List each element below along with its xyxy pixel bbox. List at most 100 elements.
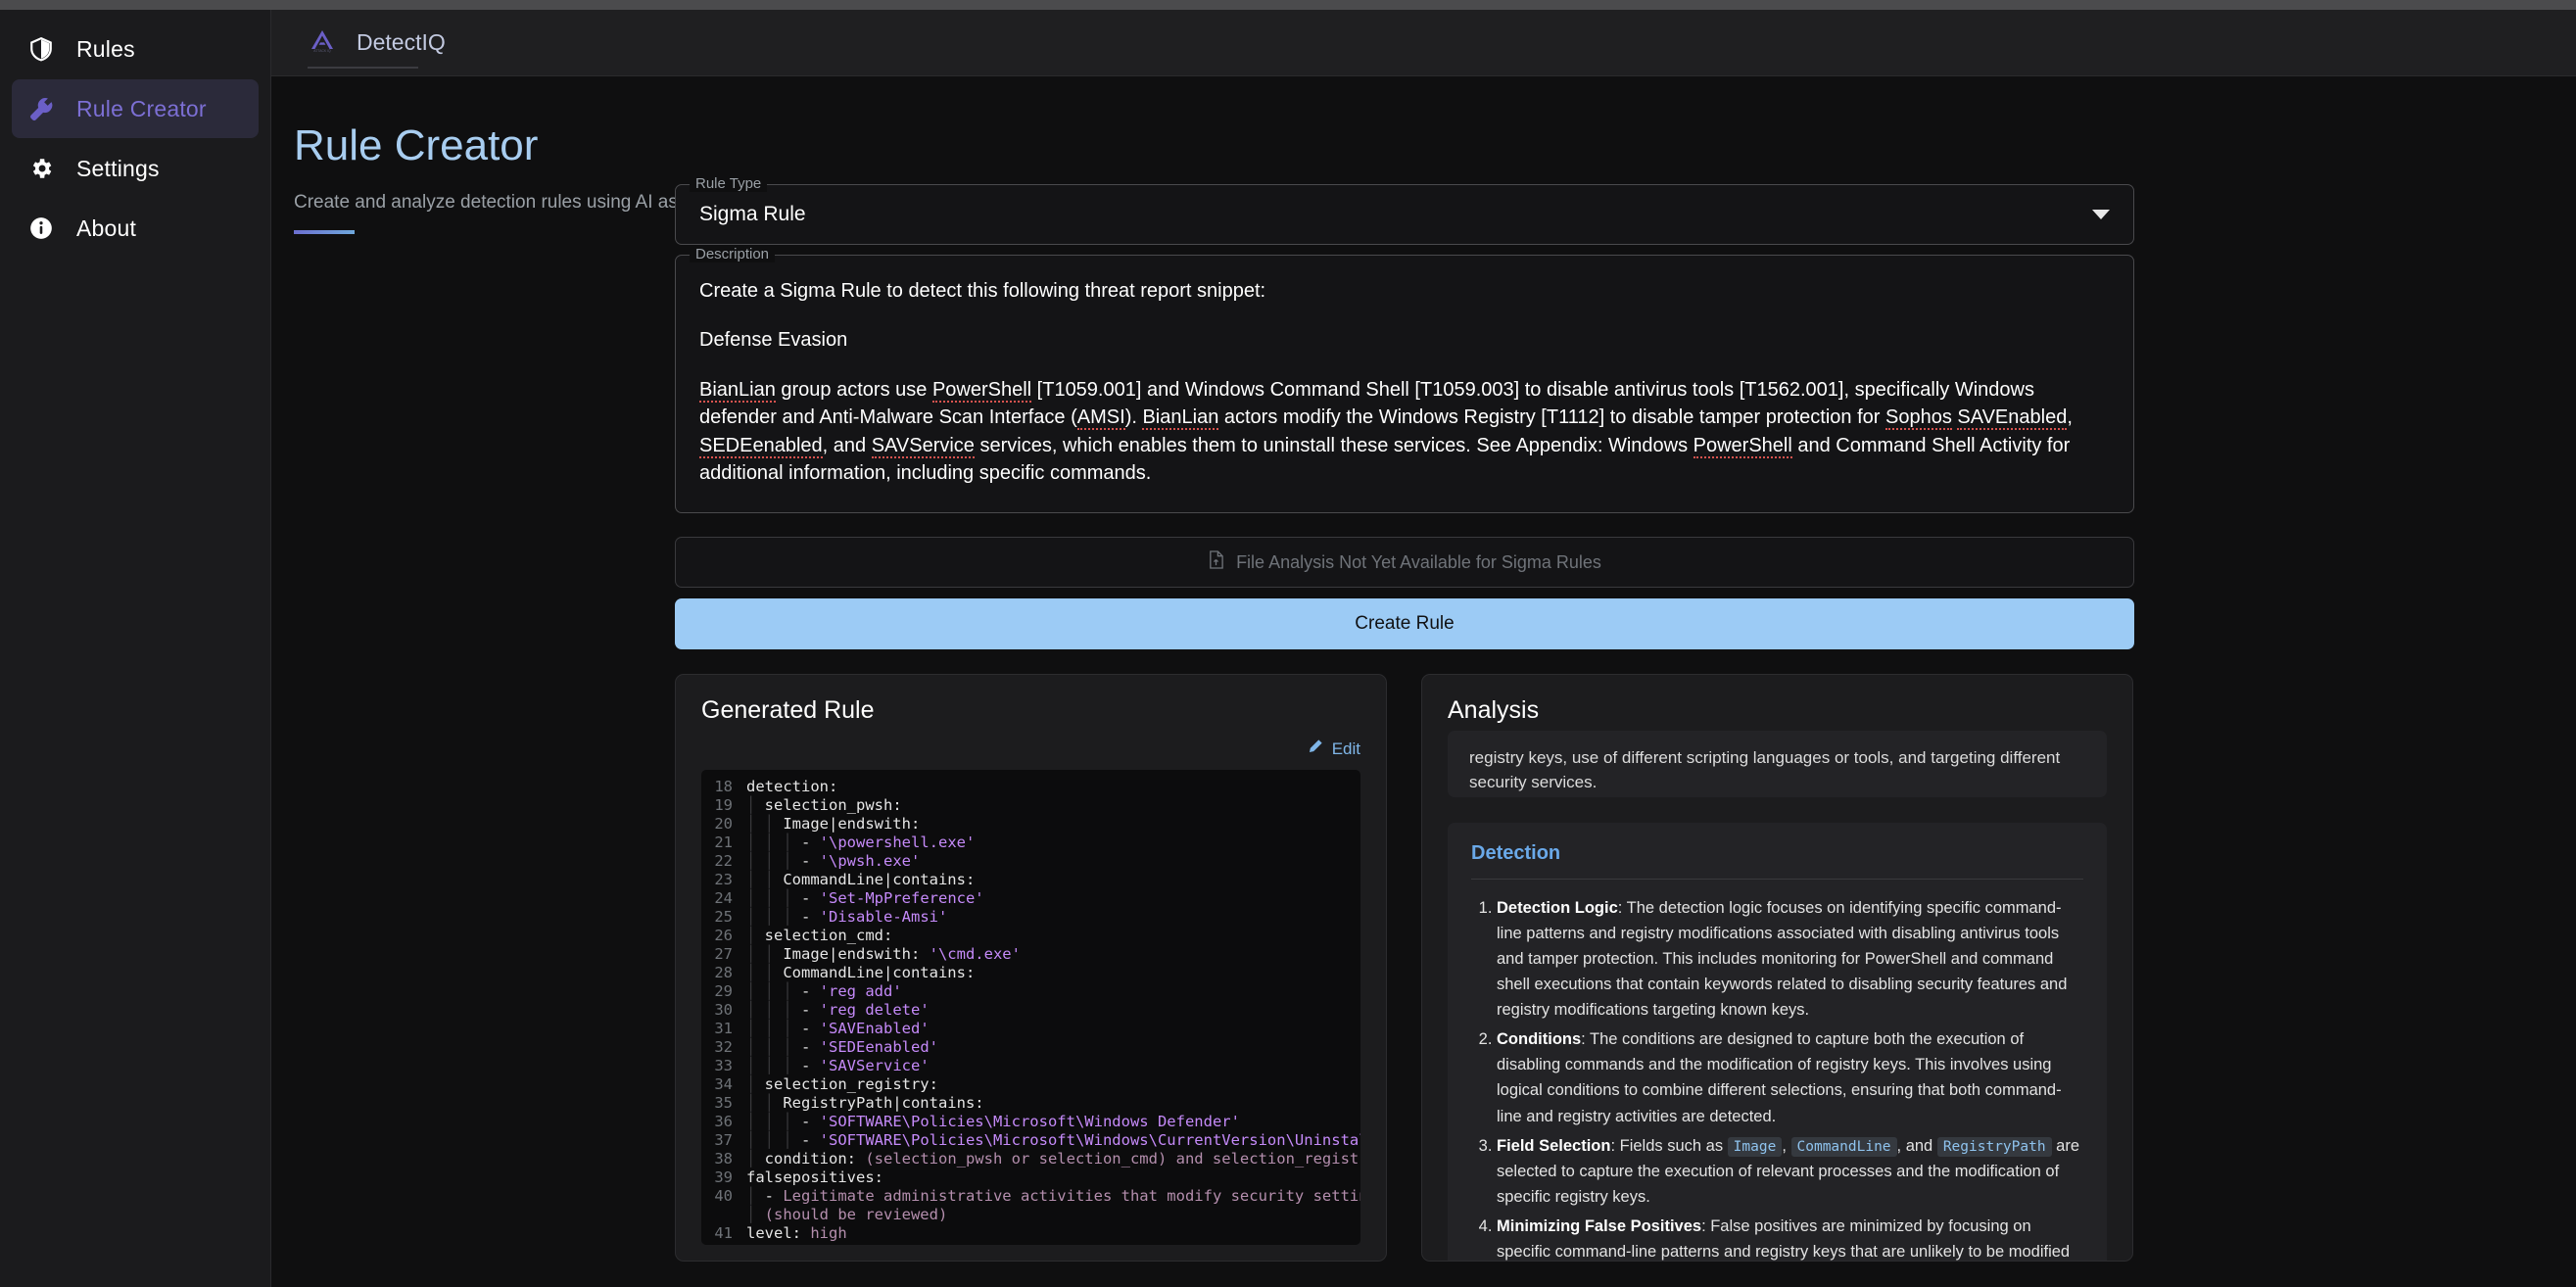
code-line-number: 23 (701, 871, 746, 889)
analysis-heading: Analysis (1448, 696, 2107, 725)
code-line: 29│ │ │ - 'reg add' (701, 982, 1360, 1001)
code-line: 33│ │ │ - 'SAVService' (701, 1057, 1360, 1075)
code-line: 38│ condition: (selection_pwsh or select… (701, 1150, 1360, 1168)
edit-rule-button[interactable]: Edit (701, 739, 1360, 760)
code-line-number: 32 (701, 1038, 746, 1057)
code-line-number: 18 (701, 778, 746, 796)
code-line: 30│ │ │ - 'reg delete' (701, 1001, 1360, 1020)
code-token: 'SOFTWARE\Policies\Microsoft\Windows Def… (820, 1113, 1240, 1130)
indent-guide: │ (746, 796, 765, 814)
analysis-item-term: Detection Logic (1497, 899, 1618, 917)
rule-type-legend: Rule Type (690, 175, 767, 192)
code-line-content: │ │ │ - '\pwsh.exe' (746, 852, 920, 871)
code-line-content: │ │ │ - 'reg delete' (746, 1001, 930, 1020)
code-line-content: │ │ │ - 'Set-MpPreference' (746, 889, 984, 908)
brand-name: DetectIQ (357, 29, 446, 56)
code-token: CommandLine|contains: (783, 871, 975, 888)
misspelled-word: BianLian (1142, 406, 1218, 430)
code-line-number: 41 (701, 1224, 746, 1243)
analysis-summary-card: registry keys, use of different scriptin… (1448, 731, 2107, 797)
code-line-content: │ │ │ - 'SOFTWARE\Policies\Microsoft\Win… (746, 1131, 1360, 1150)
sidebar-item-settings[interactable]: Settings (12, 139, 259, 198)
os-title-bar (0, 0, 2576, 10)
text-run: actors modify the Windows Registry [T111… (1218, 406, 1885, 428)
code-line-number: 40 (701, 1187, 746, 1206)
sidebar-item-label: About (76, 215, 136, 242)
misspelled-word: Sophos (1885, 406, 1952, 430)
rule-type-select[interactable]: Rule Type Sigma Rule (675, 184, 2134, 245)
code-line: 35│ │ RegistryPath|contains: (701, 1094, 1360, 1113)
shield-icon (27, 35, 55, 63)
code-line: 32│ │ │ - 'SEDEenabled' (701, 1038, 1360, 1057)
description-input[interactable]: Description Create a Sigma Rule to detec… (675, 255, 2134, 513)
indent-guide: │ │ │ (746, 908, 801, 926)
code-line: 23│ │ CommandLine|contains: (701, 871, 1360, 889)
title-accent-rule (294, 230, 355, 234)
code-token: condition: (765, 1150, 866, 1168)
indent-guide: │ │ │ (746, 1057, 801, 1074)
code-token: - (801, 852, 820, 870)
analysis-list-item: Minimizing False Positives: False positi… (1497, 1214, 2083, 1262)
code-line-content: │ │ CommandLine|contains: (746, 964, 975, 982)
code-line-content: │ │ RegistryPath|contains: (746, 1094, 984, 1113)
misspelled-word: SAVEnabled (1957, 406, 2067, 430)
sidebar-item-rule-creator[interactable]: Rule Creator (12, 79, 259, 138)
indent-guide: │ │ (746, 815, 783, 833)
code-line-content: │ │ │ - 'SAVService' (746, 1057, 930, 1075)
code-line-number: 36 (701, 1113, 746, 1131)
misspelled-word: AMSI (1077, 406, 1125, 430)
code-line-content: │ selection_pwsh: (746, 796, 902, 815)
analysis-section-title: Detection (1471, 842, 2083, 865)
code-token: (selection_pwsh or selection_cmd) and se… (865, 1150, 1360, 1168)
code-line-number: 37 (701, 1131, 746, 1150)
code-line-number: 24 (701, 889, 746, 908)
code-line-content: │ │ │ - 'reg add' (746, 982, 902, 1001)
section-divider (1471, 879, 2083, 880)
code-line: 34│ selection_registry: (701, 1075, 1360, 1094)
create-rule-button[interactable]: Create Rule (675, 598, 2134, 649)
code-token: - (801, 982, 820, 1000)
indent-guide: │ (746, 1150, 765, 1168)
code-token: '\cmd.exe' (930, 945, 1021, 963)
chevron-down-icon[interactable] (2092, 210, 2110, 219)
analysis-list-item: Conditions: The conditions are designed … (1497, 1026, 2083, 1128)
wrench-icon (27, 95, 55, 122)
code-token: - (801, 834, 820, 851)
code-line-number: 30 (701, 1001, 746, 1020)
analysis-summary-text: registry keys, use of different scriptin… (1469, 746, 2085, 794)
text-run: ). (1125, 406, 1143, 428)
code-line-number: 21 (701, 834, 746, 852)
code-line-content: │ condition: (selection_pwsh or selectio… (746, 1150, 1360, 1168)
code-token: (should be reviewed) (765, 1206, 948, 1223)
brand[interactable]: ATTACK IQ DetectIQ (308, 27, 446, 58)
code-token: '\pwsh.exe' (820, 852, 921, 870)
generated-rule-panel: Generated Rule Edit 18detection:19│ sele… (675, 674, 1387, 1262)
code-line-content: │ │ Image|endswith: '\cmd.exe' (746, 945, 1021, 964)
code-token: - (801, 1001, 820, 1019)
code-line-content: │ │ │ - 'SAVEnabled' (746, 1020, 930, 1038)
code-token: - (801, 889, 820, 907)
main-content: Rule Creator Create and analyze detectio… (271, 76, 2576, 1287)
description-line-1: Create a Sigma Rule to detect this follo… (699, 277, 2110, 305)
code-line: 37│ │ │ - 'SOFTWARE\Policies\Microsoft\W… (701, 1131, 1360, 1150)
analysis-list-item: Detection Logic: The detection logic foc… (1497, 895, 2083, 1023)
inline-code-chip: CommandLine (1791, 1137, 1897, 1157)
info-icon (27, 214, 55, 242)
sidebar-item-about[interactable]: About (12, 199, 259, 258)
code-line-number: 29 (701, 982, 746, 1001)
code-token: 'SOFTWARE\Policies\Microsoft\Windows\Cur… (820, 1131, 1360, 1149)
indent-guide: │ (746, 1206, 765, 1223)
code-line-number: 28 (701, 964, 746, 982)
code-token: - (801, 1057, 820, 1074)
rule-code-editor[interactable]: 18detection:19│ selection_pwsh:20│ │ Ima… (701, 770, 1360, 1245)
text-run: , (2067, 406, 2073, 428)
sidebar-item-label: Rules (76, 36, 135, 63)
sidebar-item-rules[interactable]: Rules (12, 20, 259, 78)
rule-type-value: Sigma Rule (699, 203, 2092, 226)
indent-guide: │ │ │ (746, 852, 801, 870)
code-token: Image|endswith: (783, 815, 920, 833)
misspelled-word: PowerShell (932, 379, 1031, 403)
code-line-content: │ selection_registry: (746, 1075, 938, 1094)
indent-guide: │ │ │ (746, 834, 801, 851)
analysis-detection-section: Detection Detection Logic: The detection… (1448, 823, 2107, 1262)
